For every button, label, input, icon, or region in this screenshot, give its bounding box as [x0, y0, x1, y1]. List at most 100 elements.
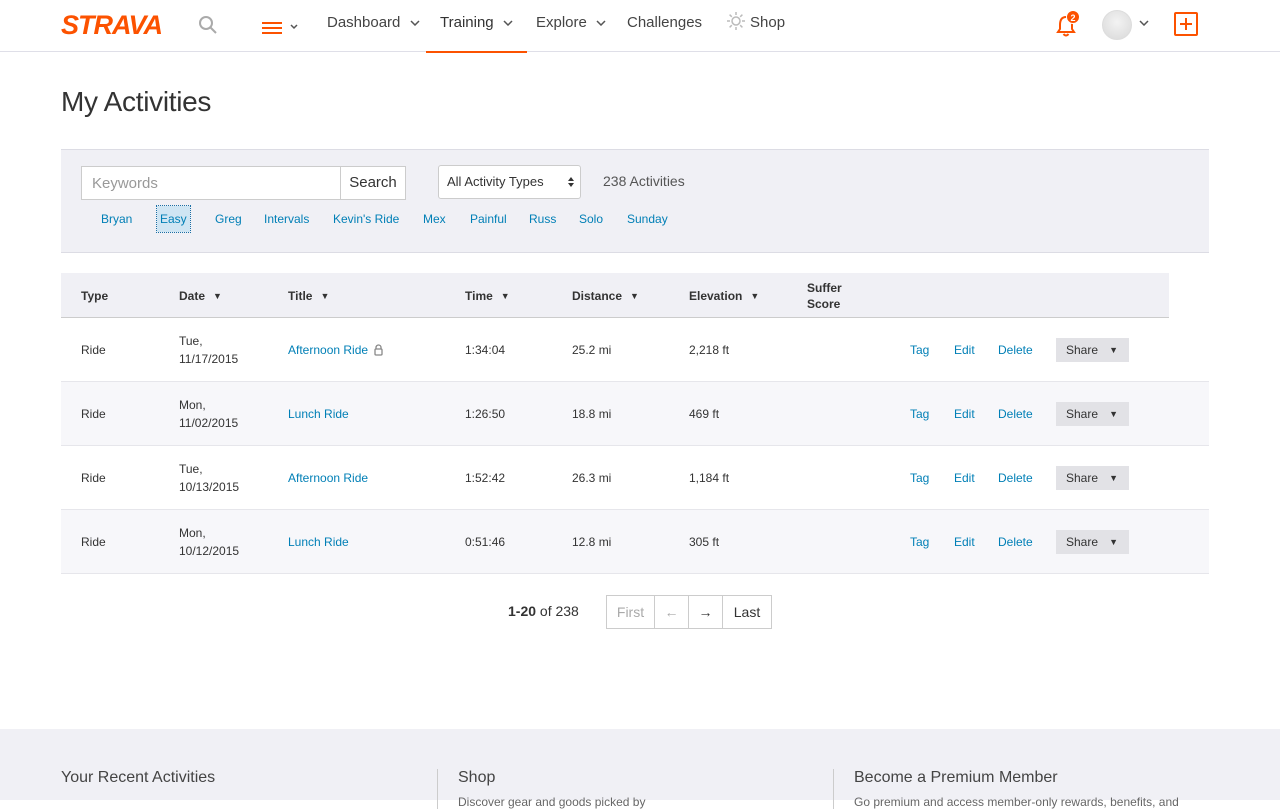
activity-title-link[interactable]: Afternoon Ride [288, 341, 368, 359]
chevron-down-icon [596, 20, 606, 27]
delete-action-link[interactable]: Delete [998, 510, 1033, 574]
nav-explore-label: Explore [536, 14, 587, 31]
prev-page-button[interactable]: ← [654, 595, 689, 629]
chevron-down-icon[interactable] [1139, 20, 1149, 26]
cell-time: 1:34:04 [465, 343, 506, 357]
search-icon[interactable] [198, 15, 218, 35]
delete-action-link[interactable]: Delete [998, 446, 1033, 510]
notification-count-badge: 2 [1066, 10, 1080, 24]
tag-filter[interactable]: Kevin's Ride [330, 206, 402, 232]
pagination-controls: First ← → Last [606, 595, 772, 629]
cell-title: Lunch Ride [288, 510, 349, 574]
sort-caret-icon: ▼ [750, 290, 760, 301]
nav-dashboard-label: Dashboard [327, 14, 401, 31]
cell-date: Mon, 11/02/2015 [179, 398, 239, 430]
nav-shop-label: Shop [750, 14, 786, 31]
tag-filter-selected[interactable]: Easy [156, 205, 191, 233]
upload-plus-button[interactable] [1174, 12, 1198, 36]
svg-text:STRAVA: STRAVA [61, 11, 162, 37]
nav-challenges[interactable]: Challenges [627, 0, 702, 52]
activity-title-link[interactable]: Lunch Ride [288, 405, 349, 423]
tag-filter[interactable]: Russ [526, 206, 559, 232]
keywords-input[interactable] [81, 166, 341, 200]
cell-elevation: 305 ft [689, 535, 720, 549]
cell-title: Lunch Ride [288, 382, 349, 446]
chevron-down-icon [410, 20, 420, 27]
tag-filter[interactable]: Bryan [98, 206, 135, 232]
hamburger-menu-icon[interactable] [262, 19, 302, 37]
nav-dashboard[interactable]: Dashboard [327, 0, 420, 52]
column-header-title[interactable]: Title ▼ [288, 273, 329, 318]
sort-caret-icon: ▼ [213, 290, 222, 301]
caret-down-icon: ▼ [1109, 537, 1118, 547]
next-page-button[interactable]: → [688, 595, 723, 629]
caret-down-icon: ▼ [1109, 409, 1118, 419]
sort-caret-icon: ▼ [320, 290, 330, 301]
cell-date: Mon, 10/12/2015 [179, 526, 240, 558]
tag-filter[interactable]: Greg [212, 206, 245, 232]
footer-recent-activities-heading: Your Recent Activities [61, 769, 216, 786]
delete-action-link[interactable]: Delete [998, 382, 1033, 446]
cell-type: Ride [81, 471, 106, 485]
delete-action-link[interactable]: Delete [998, 318, 1033, 382]
sort-caret-icon: ▼ [630, 290, 639, 301]
cell-distance: 12.8 mi [572, 535, 612, 549]
table-row: Ride Tue, 10/13/2015 Afternoon Ride 1:52:… [61, 446, 1209, 510]
cell-type: Ride [81, 343, 106, 357]
nav-challenges-label: Challenges [627, 14, 703, 31]
cell-elevation: 1,184 ft [689, 471, 730, 485]
first-page-button[interactable]: First [606, 595, 655, 629]
share-dropdown-button[interactable]: Share ▼ [1056, 402, 1129, 426]
nav-training[interactable]: Training [426, 0, 527, 53]
nav-shop[interactable]: Shop [726, 0, 785, 52]
cell-elevation: 469 ft [689, 407, 720, 421]
select-arrows-icon [568, 177, 574, 187]
top-navigation-bar: STRAVA Dashboard Training Explore Challe… [0, 0, 1280, 53]
tag-filter[interactable]: Sunday [624, 206, 671, 232]
footer-divider [437, 769, 438, 809]
chevron-down-icon [503, 20, 513, 27]
edit-action-link[interactable]: Edit [954, 318, 975, 382]
tag-action-link[interactable]: Tag [910, 510, 929, 574]
footer: Your Recent Activities Shop Discover gea… [0, 729, 1280, 809]
column-header-suffer-score[interactable]: Suffer Score [807, 273, 857, 318]
strava-logo[interactable]: STRAVA [61, 11, 175, 37]
column-header-type: Type [81, 288, 109, 303]
page-title: My Activities [61, 86, 212, 117]
column-header-time[interactable]: Time ▼ [465, 273, 510, 318]
activity-title-link[interactable]: Lunch Ride [288, 533, 349, 551]
table-header: Type Date ▼ Title ▼ Time ▼ Distance ▼ Elevat… [61, 273, 1169, 318]
share-dropdown-button[interactable]: Share ▼ [1056, 466, 1129, 490]
cell-time: 1:52:42 [465, 471, 506, 485]
tag-action-link[interactable]: Tag [910, 382, 929, 446]
tag-filter[interactable]: Painful [467, 206, 510, 232]
edit-action-link[interactable]: Edit [954, 446, 975, 510]
column-header-date[interactable]: Date ▼ [179, 273, 222, 318]
share-dropdown-button[interactable]: Share ▼ [1056, 338, 1129, 362]
user-avatar[interactable] [1102, 10, 1132, 40]
share-dropdown-button[interactable]: Share ▼ [1056, 530, 1129, 554]
nav-training-label: Training [440, 14, 494, 31]
edit-action-link[interactable]: Edit [954, 382, 975, 446]
column-header-distance[interactable]: Distance ▼ [572, 273, 639, 318]
cell-title: Afternoon Ride [288, 446, 368, 510]
column-header-elevation[interactable]: Elevation ▼ [689, 273, 759, 318]
cell-time: 1:26:50 [465, 407, 506, 421]
table-row: Ride Mon, 11/02/2015 Lunch Ride 1:26:50 1… [61, 382, 1209, 446]
cell-distance: 18.8 mi [572, 407, 612, 421]
tag-filter[interactable]: Solo [576, 206, 606, 232]
last-page-button[interactable]: Last [722, 595, 772, 629]
lock-icon [374, 344, 383, 356]
activity-type-select[interactable]: All Activity Types [438, 165, 581, 199]
nav-explore[interactable]: Explore [536, 0, 606, 52]
edit-action-link[interactable]: Edit [954, 510, 975, 574]
cell-date: Tue, 10/13/2015 [179, 462, 240, 494]
activity-count: 238 Activities [603, 173, 685, 189]
tag-action-link[interactable]: Tag [910, 318, 929, 382]
cell-time: 0:51:46 [465, 535, 506, 549]
tag-action-link[interactable]: Tag [910, 446, 929, 510]
tag-filter[interactable]: Mex [420, 206, 449, 232]
activity-title-link[interactable]: Afternoon Ride [288, 469, 368, 487]
tag-filter[interactable]: Intervals [261, 206, 312, 232]
search-button[interactable]: Search [340, 166, 406, 200]
